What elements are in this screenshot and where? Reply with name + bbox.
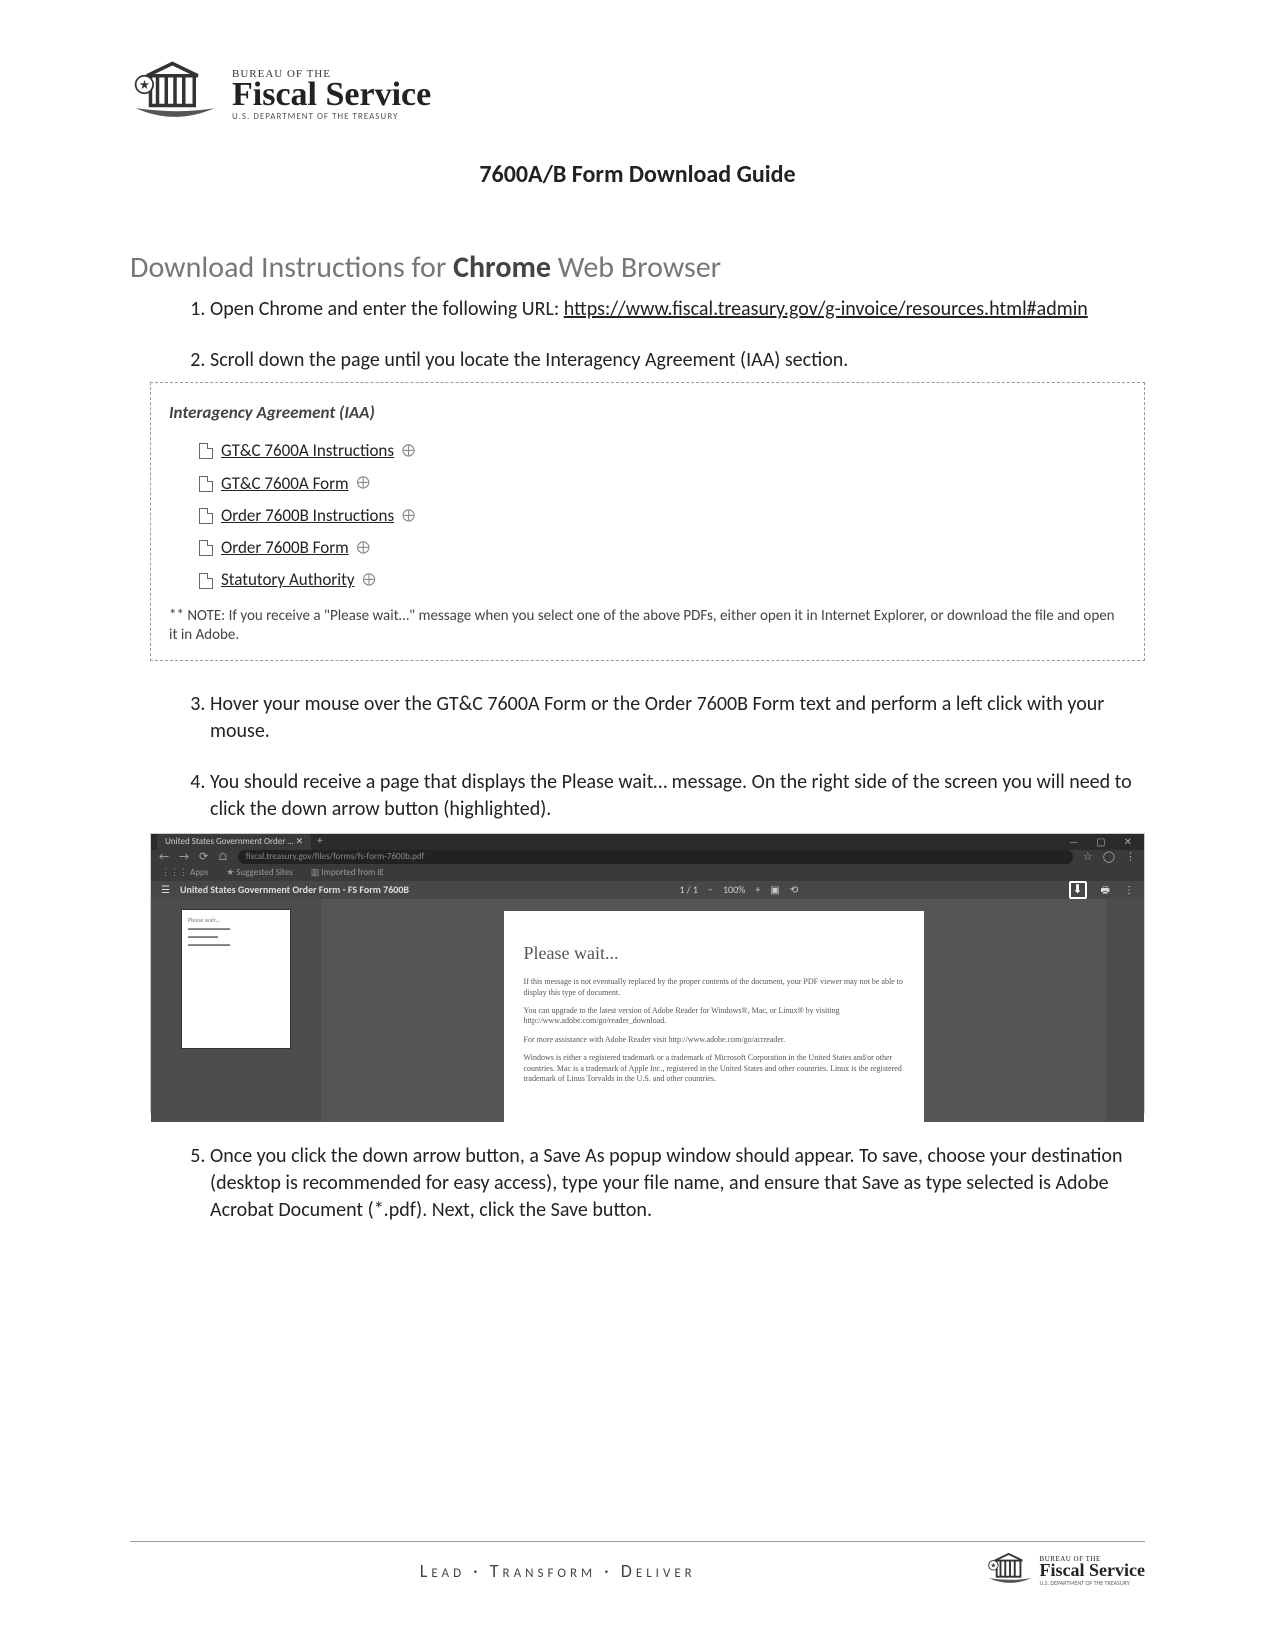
gtc-7600a-form-link[interactable]: GT&C 7600A Form xyxy=(221,468,349,500)
fiscal-service-seal-icon: ★ xyxy=(986,1552,1034,1590)
svg-text:★: ★ xyxy=(139,78,150,93)
iaa-link-row: Order 7600B Form ⨁ xyxy=(199,532,1126,564)
instruction-list: Open Chrome and enter the following URL:… xyxy=(130,296,1145,1224)
document-title: 7600A/B Form Download Guide xyxy=(130,160,1145,189)
external-icon: ⨁ xyxy=(402,504,415,529)
window-close-icon[interactable]: ✕ xyxy=(1118,835,1138,849)
window-minimize-icon[interactable]: — xyxy=(1063,835,1084,849)
please-wait-p1: If this message is not eventually replac… xyxy=(524,977,904,998)
pdf-toolbar: ☰ United States Government Order Form - … xyxy=(151,881,1144,899)
iaa-link-row: GT&C 7600A Instructions ⨁ xyxy=(199,435,1126,467)
nav-back-icon[interactable]: ← xyxy=(159,850,169,865)
star-icon[interactable]: ☆ xyxy=(1083,850,1093,865)
menu-icon[interactable]: ⋮ xyxy=(1125,850,1136,865)
download-button[interactable]: ⬇ xyxy=(1069,881,1087,899)
logo-main-text: Fiscal Service xyxy=(232,80,431,111)
step-1-text: Open Chrome and enter the following URL: xyxy=(210,297,564,321)
step-3: Hover your mouse over the GT&C 7600A For… xyxy=(210,691,1145,745)
statutory-authority-link[interactable]: Statutory Authority xyxy=(221,564,355,596)
footer-logo-sub: U.S. DEPARTMENT OF THE TREASURY xyxy=(1040,1579,1145,1587)
please-wait-heading: Please wait... xyxy=(524,941,904,965)
pdf-document-title: United States Government Order Form - FS… xyxy=(180,883,409,897)
nav-home-icon[interactable]: ⌂ xyxy=(218,850,228,865)
pdf-page: Please wait... If this message is not ev… xyxy=(504,911,924,1122)
heading-pre: Download Instructions for xyxy=(130,249,453,286)
external-icon: ⨁ xyxy=(363,568,376,593)
step-4: You should receive a page that displays … xyxy=(210,769,1145,1113)
step-1: Open Chrome and enter the following URL:… xyxy=(210,296,1145,323)
zoom-in-icon[interactable]: + xyxy=(755,883,760,897)
zoom-level: 100% xyxy=(723,883,745,897)
iaa-note: ** NOTE: If you receive a "Please wait…"… xyxy=(169,607,1126,646)
iaa-link-row: Order 7600B Instructions ⨁ xyxy=(199,500,1126,532)
iaa-section-screenshot: Interagency Agreement (IAA) GT&C 7600A I… xyxy=(150,382,1145,661)
pdf-icon xyxy=(199,540,213,556)
step-5: Once you click the down arrow button, a … xyxy=(210,1143,1145,1224)
browser-tab-bar: United States Government Order … ✕ + — ▢… xyxy=(151,834,1144,850)
heading-post: Web Browser xyxy=(551,249,721,286)
please-wait-p3: For more assistance with Adobe Reader vi… xyxy=(524,1035,904,1045)
footer-tagline: Lead · Transform · Deliver xyxy=(130,1560,986,1582)
pdf-more-icon[interactable]: ⋮ xyxy=(1124,883,1134,897)
bookmark-imported[interactable]: ▥ Imported from IE xyxy=(311,867,384,879)
page-footer: Lead · Transform · Deliver ★ BUREAU OF T… xyxy=(130,1541,1145,1590)
pdf-viewer-body: Please wait...▬▬▬▬▬▬▬▬▬▬▬▬▬▬▬▬▬▬▬ Please… xyxy=(151,899,1144,1122)
pdf-page-indicator: 1 / 1 xyxy=(679,883,698,897)
step-4-text: You should receive a page that displays … xyxy=(210,770,1132,821)
step-2: Scroll down the page until you locate th… xyxy=(210,347,1145,661)
footer-logo-main: Fiscal Service xyxy=(1040,1563,1145,1578)
pdf-thumbnail-pane: Please wait...▬▬▬▬▬▬▬▬▬▬▬▬▬▬▬▬▬▬▬ xyxy=(151,899,321,1122)
pdf-icon xyxy=(199,476,213,492)
svg-text:★: ★ xyxy=(990,1562,996,1570)
window-maximize-icon[interactable]: ▢ xyxy=(1090,835,1111,849)
footer-logo: ★ BUREAU OF THE Fiscal Service U.S. DEPA… xyxy=(986,1552,1145,1590)
pdf-scrollbar[interactable] xyxy=(1106,899,1144,1122)
pdf-page-controls: 1 / 1 − 100% + ▣ ⟲ xyxy=(679,883,798,897)
step-2-text: Scroll down the page until you locate th… xyxy=(210,348,848,372)
new-tab-button[interactable]: + xyxy=(317,834,322,849)
bookmark-suggested[interactable]: ★ Suggested Sites xyxy=(226,867,293,879)
pdf-menu-icon[interactable]: ☰ xyxy=(161,883,170,897)
order-7600b-instructions-link[interactable]: Order 7600B Instructions xyxy=(221,500,394,532)
address-bar-row: ← → ⟳ ⌂ fiscal.treasury.gov/files/forms/… xyxy=(151,850,1144,865)
iaa-heading: Interagency Agreement (IAA) xyxy=(169,397,1126,429)
fiscal-service-seal-icon: ★ xyxy=(130,60,220,130)
logo-dept-text: U.S. DEPARTMENT OF THE TREASURY xyxy=(232,111,431,122)
browser-tab[interactable]: United States Government Order … ✕ xyxy=(157,834,311,850)
iaa-link-row: GT&C 7600A Form ⨁ xyxy=(199,468,1126,500)
nav-forward-icon[interactable]: → xyxy=(179,850,189,865)
section-heading: Download Instructions for Chrome Web Bro… xyxy=(130,249,1145,286)
pdf-thumbnail[interactable]: Please wait...▬▬▬▬▬▬▬▬▬▬▬▬▬▬▬▬▬▬▬ xyxy=(181,909,291,1049)
external-icon: ⨁ xyxy=(357,471,370,496)
please-wait-p2: You can upgrade to the latest version of… xyxy=(524,1006,904,1027)
address-bar[interactable]: fiscal.treasury.gov/files/forms/fs-form-… xyxy=(238,850,1073,864)
heading-browser-name: Chrome xyxy=(453,249,551,286)
print-icon[interactable]: 🖶 xyxy=(1101,883,1110,897)
pdf-icon xyxy=(199,573,213,589)
header-logo: ★ BUREAU OF THE Fiscal Service U.S. DEPA… xyxy=(130,60,1145,130)
profile-icon[interactable]: ◯ xyxy=(1103,850,1115,865)
order-7600b-form-link[interactable]: Order 7600B Form xyxy=(221,532,349,564)
bookmarks-bar: ⋮⋮⋮ Apps ★ Suggested Sites ▥ Imported fr… xyxy=(151,865,1144,881)
nav-reload-icon[interactable]: ⟳ xyxy=(199,850,208,865)
fit-page-icon[interactable]: ▣ xyxy=(770,883,779,897)
pdf-icon xyxy=(199,443,213,459)
resources-url-link[interactable]: https://www.fiscal.treasury.gov/g-invoic… xyxy=(564,297,1088,321)
gtc-7600a-instructions-link[interactable]: GT&C 7600A Instructions xyxy=(221,435,394,467)
browser-screenshot: United States Government Order … ✕ + — ▢… xyxy=(150,833,1145,1113)
please-wait-p4: Windows is either a registered trademark… xyxy=(524,1053,904,1084)
rotate-icon[interactable]: ⟲ xyxy=(790,883,798,897)
iaa-link-row: Statutory Authority ⨁ xyxy=(199,564,1126,596)
pdf-icon xyxy=(199,508,213,524)
apps-shortcut[interactable]: ⋮⋮⋮ Apps xyxy=(161,867,208,879)
zoom-out-icon[interactable]: − xyxy=(708,883,713,897)
external-icon: ⨁ xyxy=(402,439,415,464)
external-icon: ⨁ xyxy=(357,536,370,561)
